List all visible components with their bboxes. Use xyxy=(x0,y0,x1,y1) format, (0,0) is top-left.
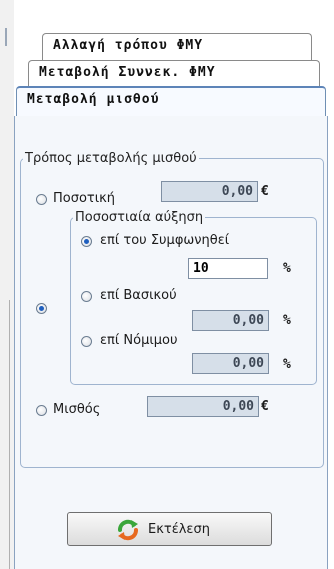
on-basic-radio[interactable] xyxy=(81,291,92,302)
on-basic-label: επί Βασικού xyxy=(100,288,177,303)
on-basic-percent-field[interactable]: 0,00 xyxy=(192,310,269,331)
tab-change-fmy-mode[interactable]: Αλλαγή τρόπου ΦΜΥ xyxy=(42,33,312,60)
salary-field[interactable]: 0,00 xyxy=(147,396,259,417)
on-legal-percent-field[interactable]: 0,00 xyxy=(192,353,269,374)
on-agreed-percent-input[interactable]: 10 xyxy=(188,258,268,279)
percent-radio[interactable] xyxy=(36,303,47,314)
salary-radio[interactable] xyxy=(36,405,47,416)
on-legal-unit: % xyxy=(283,357,291,372)
gutter-line xyxy=(9,300,10,569)
salary-currency: € xyxy=(261,399,269,414)
tab-change-salary[interactable]: Μεταβολή μισθού xyxy=(16,86,326,116)
amount-currency: € xyxy=(261,184,269,199)
on-legal-radio[interactable] xyxy=(81,336,92,347)
execute-button[interactable]: Εκτέλεση xyxy=(67,512,272,546)
tab-change-related-fmy[interactable]: Μεταβολή Συννεκ. ΦΜΥ xyxy=(28,60,320,87)
amount-radio[interactable] xyxy=(36,194,47,205)
on-agreed-radio[interactable] xyxy=(81,236,92,247)
salary-change-mode-title: Τρόπος μεταβολής μισθού xyxy=(25,151,197,166)
percent-increase-title: Ποσοστιαία αύξηση xyxy=(75,210,204,225)
salary-label: Μισθός xyxy=(53,402,101,417)
amount-label: Ποσοτική xyxy=(53,191,116,206)
on-basic-unit: % xyxy=(283,313,291,328)
amount-field[interactable]: 0,00 xyxy=(161,181,258,202)
on-agreed-unit: % xyxy=(283,261,291,276)
on-agreed-label: επί του Συμφωνηθεί xyxy=(100,233,230,248)
left-gutter xyxy=(0,0,14,569)
on-legal-label: επί Νόμιμου xyxy=(100,333,178,348)
refresh-icon xyxy=(116,518,140,542)
gutter-marker xyxy=(5,28,7,46)
execute-button-label: Εκτέλεση xyxy=(148,522,210,537)
